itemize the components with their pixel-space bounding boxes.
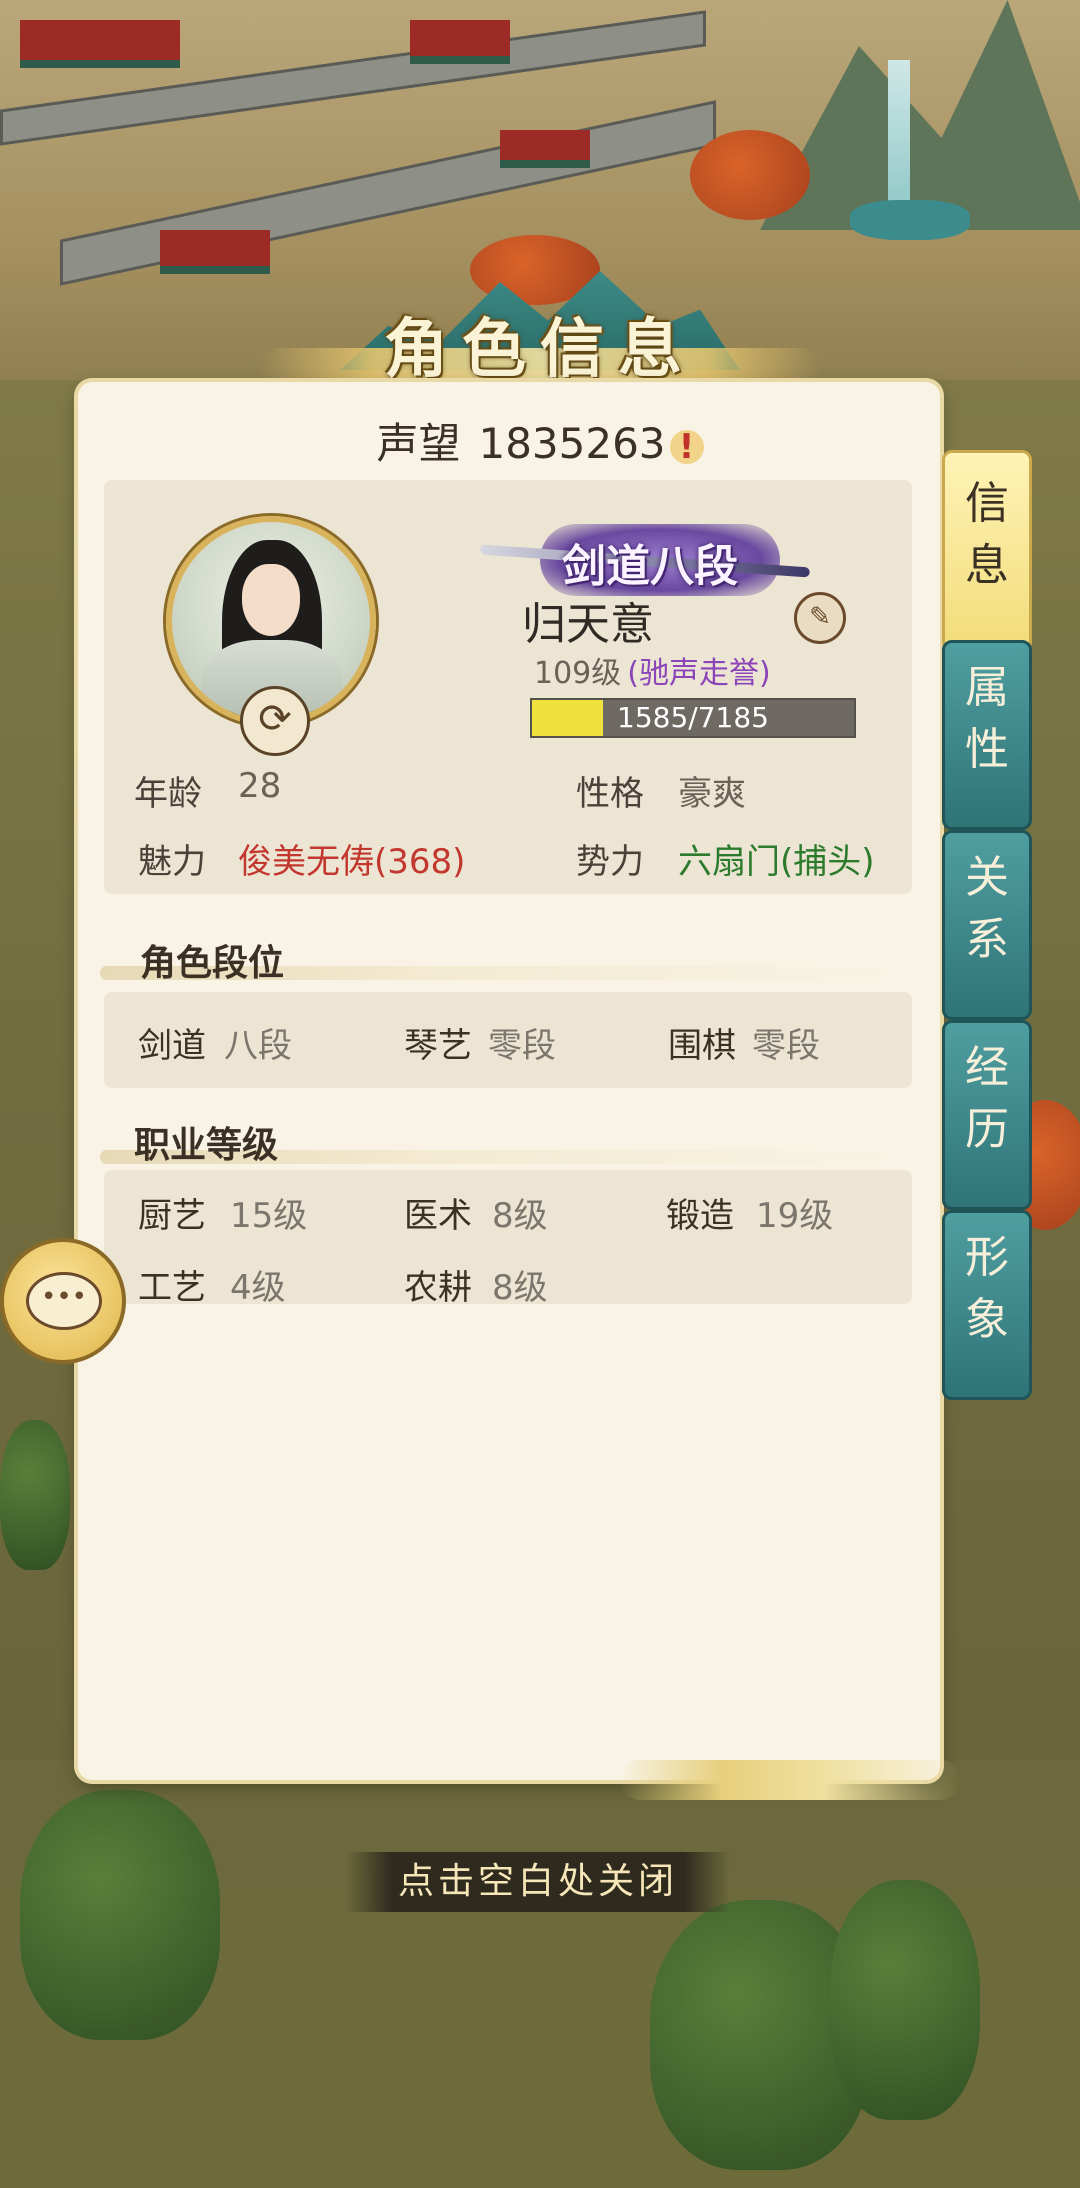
rank-label: 剑道	[138, 1026, 206, 1066]
tab-history-label-2: 历	[965, 1104, 1009, 1155]
job-label: 农耕	[404, 1268, 472, 1308]
jobs-section-title: 职业等级	[134, 1125, 279, 1166]
tab-appearance-label-1: 形	[965, 1232, 1009, 1283]
charm-label: 魅力	[138, 842, 206, 882]
tab-relations-label-2: 系	[965, 914, 1009, 965]
tab-attributes-label-1: 属	[965, 662, 1009, 713]
reputation-value: 1835263	[478, 419, 666, 468]
close-hint[interactable]: 点击空白处关闭	[346, 1852, 730, 1912]
level-value: 109级	[534, 656, 622, 691]
character-name: 归天意	[522, 599, 654, 650]
page-title: 角色信息	[384, 313, 696, 387]
tab-relations[interactable]: 关 系	[942, 830, 1032, 1020]
rank-label: 琴艺	[404, 1026, 472, 1066]
tab-info-label-2: 息	[965, 540, 1009, 591]
job-label: 医术	[404, 1196, 472, 1236]
job-label: 厨艺	[138, 1196, 206, 1236]
job-value: 8级	[492, 1196, 548, 1236]
rank-value: 零段	[752, 1026, 820, 1066]
age-label: 年龄	[134, 774, 202, 814]
age-value: 28	[238, 766, 282, 806]
building-roof	[160, 230, 270, 274]
rank-label: 围棋	[668, 1026, 736, 1066]
brush-icon[interactable]: ✎	[794, 592, 846, 644]
ranks-section-title: 角色段位	[140, 943, 285, 984]
swap-arrows-icon[interactable]: ⟳	[240, 686, 310, 756]
rank-value: 零段	[488, 1026, 556, 1066]
job-value: 15级	[230, 1196, 308, 1236]
tab-appearance-label-2: 象	[965, 1294, 1009, 1345]
tab-info-label-1: 信	[965, 478, 1009, 529]
building-roof	[20, 20, 180, 68]
job-label: 工艺	[138, 1268, 206, 1308]
autumn-tree	[690, 130, 810, 220]
job-value: 8级	[492, 1268, 548, 1308]
pine-tree	[20, 1790, 220, 2040]
level-title: (驰声走誉)	[627, 656, 771, 691]
job-value: 4级	[230, 1268, 286, 1308]
pine-tree	[0, 1420, 70, 1570]
pond-decoration	[850, 200, 970, 240]
faction-value: 六扇门(捕头)	[678, 842, 875, 882]
alert-icon[interactable]: !	[669, 429, 704, 464]
tab-attributes-label-2: 性	[965, 724, 1009, 775]
chat-button[interactable]: •••	[0, 1238, 126, 1364]
experience-text: 1585/7185	[617, 701, 769, 734]
waterfall-decoration	[888, 60, 910, 220]
tab-appearance[interactable]: 形 象	[942, 1210, 1032, 1400]
job-value: 19级	[756, 1196, 834, 1236]
panel-cloud-ornament	[620, 1760, 960, 1800]
charm-value: 俊美无俦(368)	[238, 842, 466, 882]
personality-value: 豪爽	[678, 774, 746, 814]
tab-attributes[interactable]: 属 性	[942, 640, 1032, 830]
title-banner: 角色信息	[260, 250, 820, 400]
experience-bar: 1585/7185	[530, 698, 856, 738]
character-level: 109级 (驰声走誉)	[534, 648, 771, 692]
tab-history[interactable]: 经 历	[942, 1020, 1032, 1210]
tab-history-label-1: 经	[965, 1042, 1009, 1093]
faction-label: 势力	[576, 842, 644, 882]
rank-value: 八段	[224, 1026, 292, 1066]
reputation-label: 声望	[376, 419, 461, 468]
tab-info[interactable]: 信 息	[942, 450, 1032, 652]
chat-bubble-icon: •••	[26, 1272, 102, 1330]
personality-label: 性格	[576, 774, 644, 814]
job-label: 锻造	[666, 1196, 734, 1236]
building-roof	[500, 130, 590, 168]
pine-tree	[830, 1880, 980, 2120]
rank-badge-text: 剑道八段	[562, 541, 738, 592]
tab-relations-label-1: 关	[965, 852, 1009, 903]
building-roof	[410, 20, 510, 64]
reputation-row: 声望 1835263!	[0, 410, 1080, 471]
